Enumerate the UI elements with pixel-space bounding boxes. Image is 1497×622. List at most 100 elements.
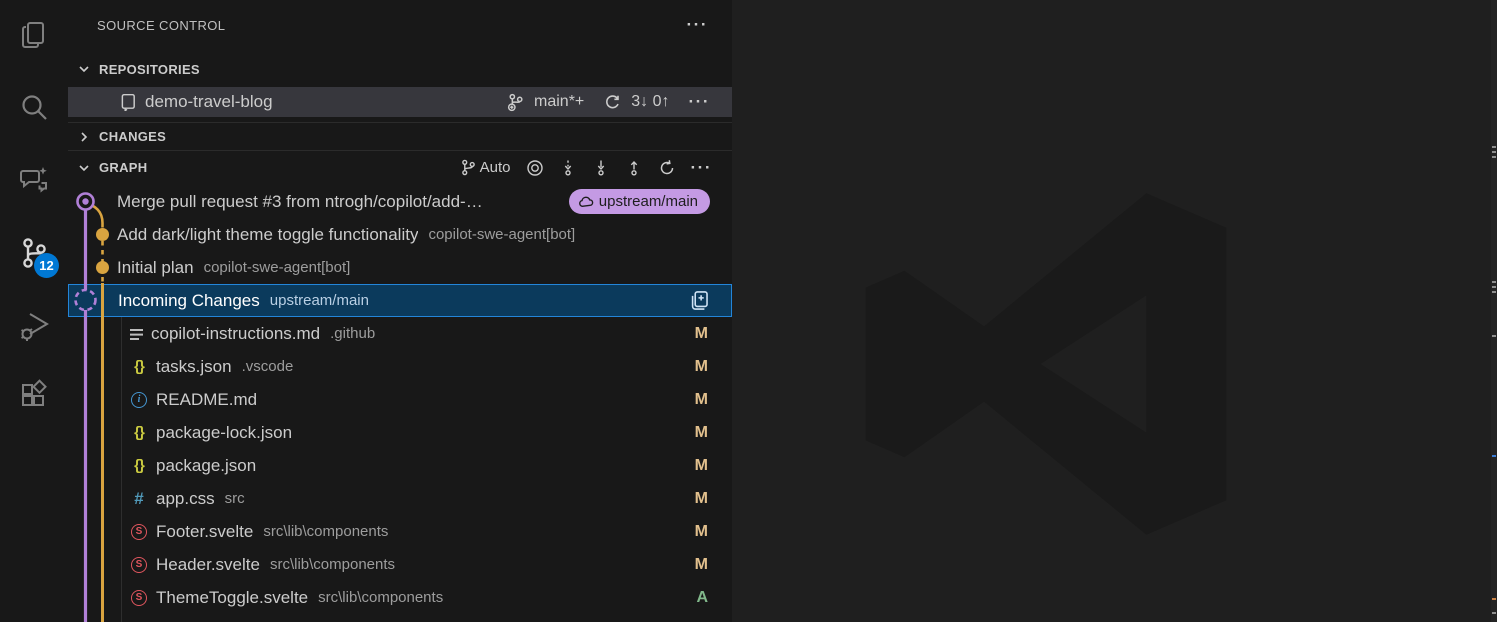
activity-item-chat[interactable]: [0, 146, 68, 214]
changed-file-row[interactable]: Header.svelte src\lib\components M: [68, 548, 732, 581]
commit-row[interactable]: Add dark/light theme toggle functionalit…: [68, 218, 732, 251]
minimap-mark: [1492, 598, 1496, 600]
changed-file-row[interactable]: app.css src M: [68, 482, 732, 515]
activity-bar: 12: [0, 0, 68, 622]
scm-count-badge: 12: [34, 253, 59, 278]
branch-label[interactable]: main*+: [534, 93, 584, 111]
file-status-badge: M: [695, 457, 708, 475]
view-all-changes-button[interactable]: [688, 290, 709, 311]
ref-badge-label: upstream/main: [599, 193, 698, 210]
source-control-sidebar: SOURCE CONTROL ··· REPOSITORIES demo-tra…: [68, 0, 732, 622]
file-name: README.md: [156, 390, 257, 410]
changed-file-row[interactable]: README.md M: [68, 383, 732, 416]
section-graph[interactable]: GRAPH Auto: [68, 150, 732, 184]
minimap-mark: [1492, 612, 1496, 614]
minimap-mark: [1492, 281, 1496, 283]
push-button[interactable]: [625, 159, 643, 177]
commit-message: Initial plan: [117, 258, 194, 278]
file-path: .github: [330, 325, 375, 342]
pull-button[interactable]: [592, 159, 610, 177]
diff-multiple-icon: [688, 290, 709, 311]
extensions-icon: [17, 379, 51, 413]
section-changes[interactable]: CHANGES: [68, 122, 732, 150]
section-label: REPOSITORIES: [99, 62, 200, 77]
file-status-badge: M: [695, 523, 708, 541]
file-name: Footer.svelte: [156, 522, 253, 542]
activity-item-extensions[interactable]: [0, 362, 68, 430]
graph-more-actions-button[interactable]: ···: [691, 163, 712, 173]
incoming-changes-row[interactable]: Incoming Changes upstream/main: [68, 284, 732, 317]
minimap-mark: [1492, 455, 1496, 457]
ref-badge-upstream-main[interactable]: upstream/main: [569, 189, 710, 214]
refresh-button[interactable]: [658, 159, 676, 177]
changed-file-row[interactable]: package.json M: [68, 449, 732, 482]
commit-row[interactable]: Merge pull request #3 from ntrogh/copilo…: [68, 185, 732, 218]
file-status-badge: M: [695, 358, 708, 376]
css-icon: [129, 489, 149, 509]
scope-to-ref-button[interactable]: [526, 159, 544, 177]
panel-title-row: SOURCE CONTROL ···: [68, 12, 732, 38]
target-icon: [526, 159, 544, 177]
file-name: copilot-instructions.md: [151, 324, 320, 344]
sync-icon[interactable]: [603, 93, 622, 112]
file-status-badge: M: [695, 391, 708, 409]
changed-file-row[interactable]: copilot-instructions.md .github M: [68, 317, 732, 350]
info-icon: [131, 392, 147, 408]
commit-row[interactable]: Initial plan copilot-swe-agent[bot]: [68, 251, 732, 284]
fetch-button[interactable]: [559, 159, 577, 177]
git-branch-icon: [460, 159, 477, 176]
json-icon: [129, 358, 149, 375]
editor-area: [732, 0, 1497, 622]
svelte-icon: [131, 590, 147, 606]
branch-publish-icon[interactable]: [506, 93, 525, 112]
activity-item-run-debug[interactable]: [0, 292, 68, 360]
minimap-mark: [1492, 286, 1496, 288]
changed-file-row[interactable]: ThemeToggle.svelte src\lib\components A: [68, 581, 732, 614]
repository-row[interactable]: demo-travel-blog main*+ 3↓ 0↑ ···: [68, 87, 732, 117]
file-path: src: [225, 490, 245, 507]
activity-item-search[interactable]: [0, 74, 68, 142]
git-fetch-icon: [559, 159, 577, 177]
more-actions-button[interactable]: ···: [687, 20, 708, 30]
file-name: app.css: [156, 489, 215, 509]
repo-more-actions-button[interactable]: ···: [689, 97, 710, 107]
activity-item-source-control[interactable]: 12: [0, 219, 68, 287]
json-icon: [129, 457, 149, 474]
changed-file-row[interactable]: Footer.svelte src\lib\components M: [68, 515, 732, 548]
files-icon: [17, 18, 51, 52]
markdown-icon: [129, 326, 144, 342]
incoming-changes-file-list: copilot-instructions.md .github M tasks.…: [68, 317, 732, 614]
file-status-badge: A: [696, 589, 708, 607]
file-name: package.json: [156, 456, 256, 476]
file-status-badge: M: [695, 424, 708, 442]
minimap-mark: [1492, 156, 1496, 158]
graph-ref-picker-button[interactable]: Auto: [460, 159, 511, 176]
file-path: src\lib\components: [263, 523, 388, 540]
section-label: GRAPH: [99, 160, 147, 175]
sync-counts[interactable]: 3↓ 0↑: [631, 93, 669, 111]
changed-file-row[interactable]: package-lock.json M: [68, 416, 732, 449]
section-label: CHANGES: [99, 129, 166, 144]
commit-ref-description: upstream/main: [270, 292, 369, 309]
changed-file-row[interactable]: tasks.json .vscode M: [68, 350, 732, 383]
chevron-right-icon: [76, 129, 92, 145]
svelte-icon: [131, 524, 147, 540]
activity-item-explorer[interactable]: [0, 1, 68, 69]
graph-toolbar: Auto: [460, 159, 712, 177]
search-icon: [17, 91, 51, 125]
git-push-icon: [625, 159, 643, 177]
commit-message: Merge pull request #3 from ntrogh/copilo…: [117, 192, 483, 212]
json-icon: [129, 424, 149, 441]
run-debug-icon: [17, 309, 51, 343]
file-path: src\lib\components: [270, 556, 395, 573]
minimap-strip[interactable]: [1491, 0, 1497, 622]
git-pull-icon: [592, 159, 610, 177]
file-name: Header.svelte: [156, 555, 260, 575]
minimap-mark: [1492, 291, 1496, 293]
section-repositories[interactable]: REPOSITORIES: [68, 56, 732, 82]
minimap-mark: [1492, 146, 1496, 148]
chevron-down-icon: [76, 160, 92, 176]
vscode-logo-watermark: [850, 188, 1242, 540]
refresh-icon: [658, 159, 676, 177]
file-status-badge: M: [695, 490, 708, 508]
